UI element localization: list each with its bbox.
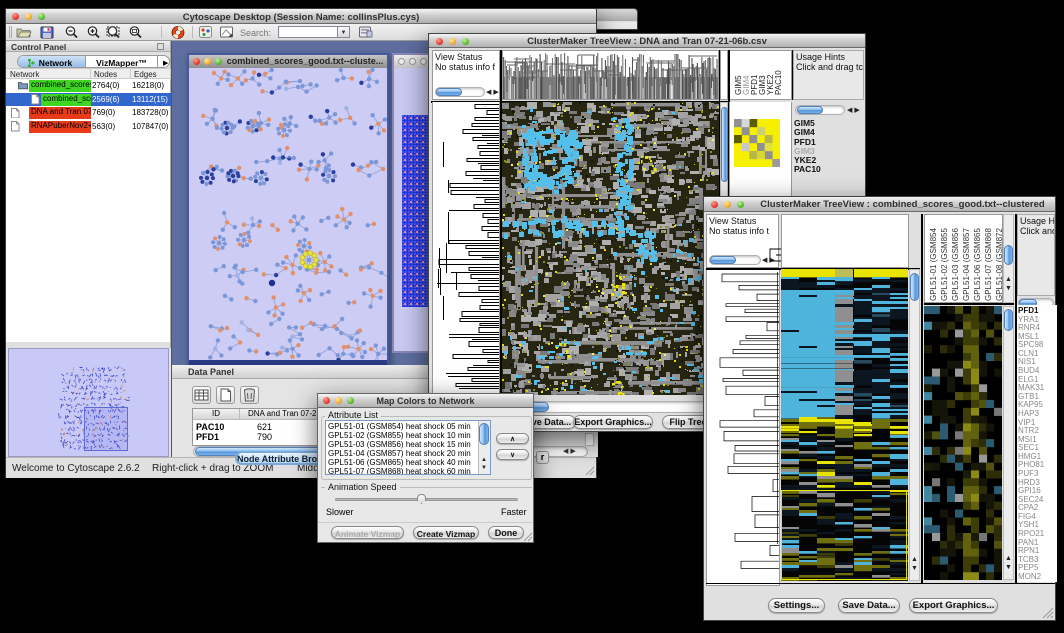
svg-text:GPL51-02 (GSM855: GPL51-02 (GSM855 bbox=[940, 228, 949, 301]
svg-text:GPL51-04 (GSM857: GPL51-04 (GSM857 bbox=[962, 228, 971, 301]
svg-text:GPL51-03 (GSM856: GPL51-03 (GSM856 bbox=[951, 228, 960, 301]
svg-text:GPL51-01 (GSM854: GPL51-01 (GSM854 bbox=[929, 228, 938, 301]
svg-text:GPL51-08 (GSM872: GPL51-08 (GSM872 bbox=[995, 228, 1003, 301]
svg-text:GPL51-07 (GSM868: GPL51-07 (GSM868 bbox=[984, 228, 993, 301]
svg-text:GPL51-06 (GSM865: GPL51-06 (GSM865 bbox=[973, 228, 982, 301]
